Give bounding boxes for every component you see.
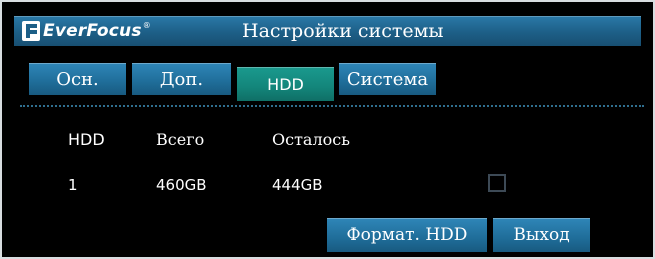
hdd-select-checkbox[interactable] xyxy=(488,174,506,192)
brand-name: EverFocus xyxy=(43,21,142,41)
tab-hdd[interactable]: HDD xyxy=(237,67,334,101)
tab-basic[interactable]: Осн. xyxy=(29,63,126,95)
tab-system[interactable]: Система xyxy=(339,63,436,95)
row-hdd-number: 1 xyxy=(68,176,78,194)
header-remaining: Осталось xyxy=(272,130,350,149)
everfocus-logo-icon xyxy=(22,21,40,41)
registered-mark: ® xyxy=(142,20,151,30)
brand-logo: EverFocus ® xyxy=(22,20,151,42)
header-hdd: HDD xyxy=(68,130,105,149)
settings-window: EverFocus ® Настройки системы Осн. Доп. … xyxy=(0,0,655,259)
format-hdd-button[interactable]: Формат. HDD xyxy=(327,218,487,252)
exit-button[interactable]: Выход xyxy=(493,218,590,252)
tab-separator xyxy=(20,105,644,107)
header-total: Всего xyxy=(156,130,205,149)
tab-advanced[interactable]: Доп. xyxy=(132,63,231,95)
window-title: Настройки системы xyxy=(242,20,444,42)
row-hdd-remaining: 444GB xyxy=(272,176,323,194)
row-hdd-total: 460GB xyxy=(156,176,207,194)
title-bar: EverFocus ® Настройки системы xyxy=(14,16,641,46)
